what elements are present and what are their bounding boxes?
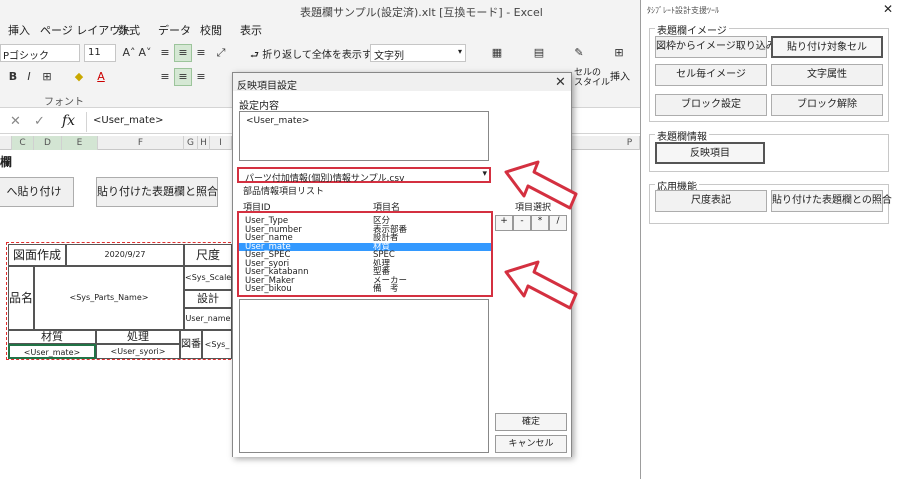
enter-icon[interactable]: ✓ (34, 114, 45, 129)
import-image-button[interactable]: 図枠からイメージ取り込み (655, 36, 776, 58)
process-value: <User_syori> (96, 344, 180, 359)
wrap-text-button[interactable]: ⮐ 折り返して全体を表示する (250, 46, 382, 65)
item-list[interactable]: User_Type 区分 User_number 表示部番 User_name 設計者 Us… (237, 211, 493, 297)
material-value-cell[interactable]: <User_mate> (8, 344, 96, 359)
settings-textbox[interactable]: <User_mate> (239, 111, 489, 161)
font-size-value: 11 (88, 47, 101, 58)
cell-image-button[interactable]: セル毎イメージ (655, 64, 767, 86)
col-header-e[interactable]: E (62, 136, 98, 150)
part-name-value: <Sys_Parts_Name> (34, 266, 184, 330)
align-center-icon[interactable]: ≡ (174, 68, 192, 86)
insert-cells-icon[interactable]: ⊞ (608, 44, 630, 68)
design-label: 設計 (184, 290, 232, 308)
col-header-f[interactable]: F (98, 136, 184, 150)
format-table-icon[interactable]: ▤ (528, 44, 550, 68)
group-title-info-label: 表題欄情報 (655, 128, 709, 143)
tool-title: ﾀｼﾌﾞﾚｰﾄ設計支援ﾂｰﾙ (647, 6, 719, 15)
design-support-tool-window: ﾀｼﾌﾞﾚｰﾄ設計支援ﾂｰﾙ ✕ 表題欄イメージ 図枠からイメージ取り込み 貼り… (640, 0, 900, 479)
col-header-i[interactable]: I (210, 136, 232, 150)
formula-value: <User_mate> (93, 115, 164, 126)
font-size-select[interactable]: 11 (84, 44, 116, 62)
csv-selected-value: パーツ付加情報(個別)情報サンプル.csv (245, 174, 405, 184)
align-left-icon[interactable]: ≡ (156, 68, 174, 86)
paste-button[interactable]: へ貼り付け (0, 177, 74, 207)
font-name-select[interactable]: Pゴシック (0, 44, 80, 62)
cell-style-icon[interactable]: ✎ (568, 44, 590, 68)
annotation-arrows (504, 160, 578, 310)
empty-list-area (239, 299, 489, 453)
tab-view[interactable]: 表示 (240, 22, 262, 38)
wrap-text-label: 折り返して全体を表示する (262, 50, 382, 61)
text-attribute-button[interactable]: 文字属性 (771, 64, 883, 86)
col-header-h[interactable]: H (198, 136, 210, 150)
arrow-upper-icon (504, 160, 578, 210)
drawing-no-value: <Sys_ (202, 330, 232, 359)
drawing-no-label: 図番 (180, 330, 202, 359)
part-name-label: 品名 (8, 266, 34, 330)
close-icon[interactable]: ✕ (555, 75, 566, 90)
material-label: 材質 (8, 330, 96, 344)
paste-target-cell-button[interactable]: 貼り付け対象セル (771, 36, 883, 58)
list-caption: 部品情報項目リスト (243, 187, 325, 197)
insert-label: 挿入 (610, 72, 630, 83)
arrow-lower-icon (504, 260, 578, 310)
block-release-button[interactable]: ブロック解除 (771, 94, 883, 116)
border-icon[interactable]: ⊞ (38, 68, 56, 86)
cancel-button[interactable]: キャンセル (495, 435, 567, 453)
dialog-title: 反映項目設定 (237, 81, 297, 92)
orientation-icon[interactable]: ⤢ (212, 44, 230, 62)
font-group-label: フォント (44, 97, 84, 108)
font-color-icon[interactable]: A (92, 68, 110, 86)
tab-review[interactable]: 校閲 (200, 22, 222, 38)
align-bottom-icon[interactable]: ≡ (192, 44, 210, 62)
scale-notation-button[interactable]: 尺度表記 (655, 190, 767, 212)
fill-color-icon[interactable]: ◆ (70, 68, 88, 86)
settings-value: <User_mate> (246, 116, 310, 126)
wrap-text-icon: ⮐ (250, 50, 263, 61)
col-header-d[interactable]: D (34, 136, 62, 150)
list-item-id: User_bikou (245, 284, 292, 294)
shrink-font-icon[interactable]: A˅ (136, 44, 154, 62)
match-pasted-title-button[interactable]: 貼り付けた表題欄との照合 (771, 190, 892, 212)
col-header-p[interactable]: P (620, 136, 640, 150)
align-middle-icon[interactable]: ≡ (174, 44, 192, 62)
list-item[interactable]: User_bikou 備 考 (239, 285, 491, 294)
reflect-items-button[interactable]: 反映項目 (655, 142, 765, 164)
process-label: 処理 (96, 330, 180, 344)
design-value: User_name (184, 308, 232, 330)
tab-data[interactable]: データ (158, 22, 191, 38)
align-top-icon[interactable]: ≡ (156, 44, 174, 62)
italic-icon[interactable]: I (20, 68, 38, 86)
tab-insert[interactable]: 挿入 (8, 22, 30, 38)
drawing-made-label: 図面作成 (8, 244, 66, 266)
number-format-select[interactable]: 文字列 ▾ (370, 44, 466, 62)
sheet-title-fragment: 欄 (0, 155, 13, 169)
tab-formulas[interactable]: 数式 (118, 22, 140, 38)
settings-label: 設定内容 (239, 101, 279, 112)
conditional-format-icon[interactable]: ▦ (486, 44, 508, 68)
chevron-down-icon: ▾ (457, 47, 462, 56)
csv-select[interactable]: パーツ付加情報(個別)情報サンプル.csv ▾ (237, 167, 491, 184)
list-item-name: 備 考 (373, 284, 399, 294)
scale-value: <Sys_Scale> (184, 266, 232, 290)
confirm-button[interactable]: 確定 (495, 413, 567, 431)
cell-style-label: セルの スタイル (574, 68, 611, 88)
cancel-icon[interactable]: ✕ (10, 114, 21, 129)
block-set-button[interactable]: ブロック設定 (655, 94, 767, 116)
tool-close-icon[interactable]: ✕ (883, 2, 893, 16)
excel-window-title: 表題欄サンプル(設定済).xlt [互換モード] - Excel (300, 6, 543, 19)
align-right-icon[interactable]: ≡ (192, 68, 210, 86)
number-format-value: 文字列 (374, 51, 404, 62)
function-icon[interactable]: fx (62, 113, 75, 129)
font-name-value: Pゴシック (3, 51, 50, 62)
scale-label: 尺度 (184, 244, 232, 266)
group-title-image-label: 表題欄イメージ (655, 22, 729, 37)
chevron-down-icon: ▾ (482, 169, 487, 179)
col-header-c[interactable]: C (12, 136, 34, 150)
drawing-date: 2020/9/27 (66, 244, 184, 266)
match-title-button[interactable]: 貼り付けた表題欄と照合 (96, 177, 218, 207)
excel-title-bar: 表題欄サンプル(設定済).xlt [互換モード] - Excel (0, 0, 640, 20)
col-header-g[interactable]: G (184, 136, 198, 150)
